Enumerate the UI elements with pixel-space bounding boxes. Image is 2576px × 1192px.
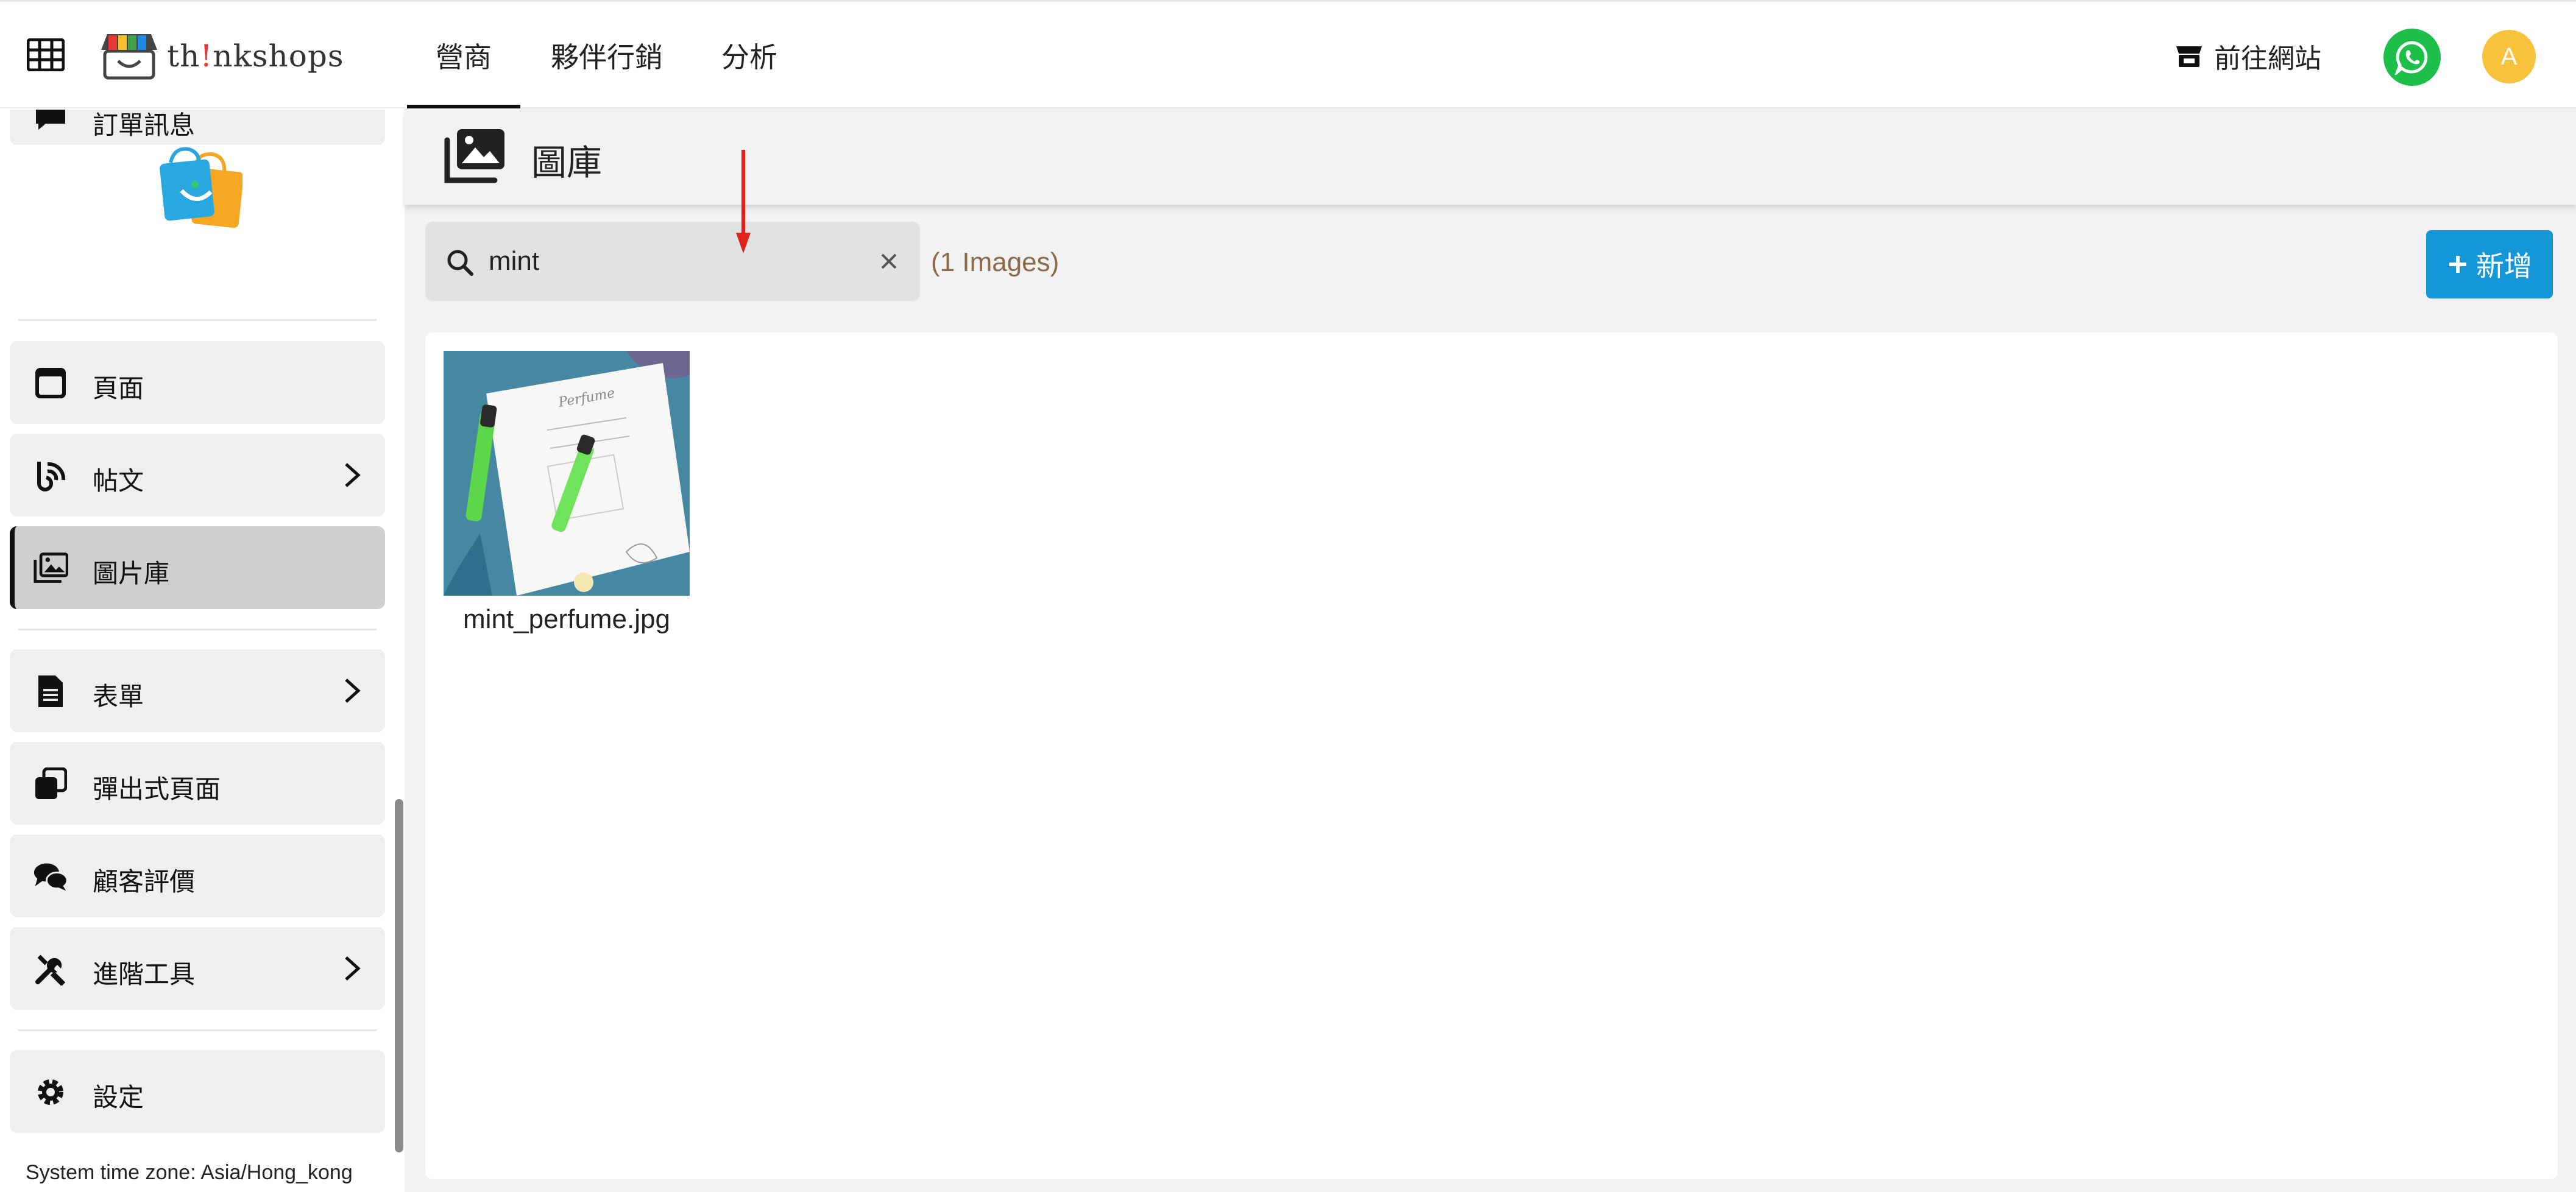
whatsapp-button[interactable] bbox=[2383, 29, 2441, 86]
sidebar-divider bbox=[18, 319, 377, 321]
system-timezone: System time zone: Asia/Hong_kong bbox=[26, 1161, 353, 1184]
tab-analytics[interactable]: 分析 bbox=[707, 2, 792, 109]
sidebar-divider bbox=[18, 1029, 377, 1031]
apps-grid-icon[interactable] bbox=[27, 38, 65, 71]
sidebar-scrollbar[interactable] bbox=[395, 799, 403, 1152]
chevron-right-icon bbox=[345, 679, 361, 703]
sidebar-item-popup-pages[interactable]: 彈出式頁面 bbox=[10, 742, 385, 825]
top-bar: th!nkshops 營商 夥伴行銷 分析 前往網站 A bbox=[0, 0, 2576, 109]
add-image-button[interactable]: 新增 bbox=[2426, 230, 2553, 298]
page-header: 圖庫 bbox=[405, 108, 2576, 205]
add-image-label: 新增 bbox=[2476, 250, 2532, 282]
sidebar-item-label: 頁面 bbox=[93, 374, 144, 403]
tools-icon bbox=[33, 951, 68, 987]
sidebar-item-image-library[interactable]: 圖片庫 bbox=[10, 526, 385, 609]
shop-logo-icon bbox=[101, 34, 157, 80]
clear-search-icon[interactable] bbox=[876, 249, 902, 274]
image-count: (1 Images) bbox=[931, 247, 1060, 277]
brand-name: th!nkshops bbox=[167, 38, 344, 74]
search-icon bbox=[447, 250, 473, 276]
tab-affiliate-marketing[interactable]: 夥伴行銷 bbox=[536, 2, 678, 109]
sidebar-divider bbox=[18, 629, 377, 630]
thinkshops-logo[interactable]: th!nkshops bbox=[97, 29, 344, 83]
perfume-photo: Perfume bbox=[444, 351, 690, 596]
image-filename[interactable]: mint_perfume.jpg bbox=[437, 604, 696, 635]
sidebar-item-posts[interactable]: 帖文 bbox=[10, 434, 385, 517]
store-icon bbox=[2176, 46, 2202, 67]
image-thumbnail[interactable]: Perfume bbox=[444, 351, 690, 596]
chevron-right-icon bbox=[345, 463, 361, 487]
sidebar-item-label: 設定 bbox=[93, 1083, 144, 1112]
sidebar-item-label: 表單 bbox=[93, 682, 144, 711]
sidebar-item-forms[interactable]: 表單 bbox=[10, 649, 385, 732]
annotation-arrow bbox=[736, 150, 751, 253]
images-icon bbox=[444, 129, 504, 183]
whatsapp-icon bbox=[2394, 41, 2428, 75]
user-avatar[interactable]: A bbox=[2482, 30, 2536, 83]
sidebar: 訂單訊息 頁面 帖文 圖片庫 表單 彈出式頁面 顧客評價 進階工具 設定 bbox=[0, 110, 405, 1192]
sidebar-item-label: 圖片庫 bbox=[93, 559, 170, 588]
sidebar-item-customer-reviews[interactable]: 顧客評價 bbox=[10, 834, 385, 917]
reviews-icon bbox=[33, 859, 68, 894]
form-icon bbox=[33, 674, 68, 709]
page-icon bbox=[33, 365, 68, 401]
sidebar-item-label: 帖文 bbox=[93, 467, 144, 495]
goto-website-button[interactable]: 前往網站 bbox=[2175, 35, 2321, 77]
search-input[interactable] bbox=[489, 239, 854, 284]
search-field[interactable] bbox=[425, 222, 920, 301]
images-icon bbox=[33, 551, 68, 586]
sidebar-item-label: 顧客評價 bbox=[93, 867, 196, 896]
sidebar-item-settings[interactable]: 設定 bbox=[10, 1050, 385, 1133]
gear-icon bbox=[33, 1074, 68, 1110]
tab-business[interactable]: 營商 bbox=[407, 2, 520, 109]
sidebar-item-label: 進階工具 bbox=[93, 960, 196, 989]
page-title: 圖庫 bbox=[531, 143, 603, 183]
popup-icon bbox=[33, 766, 68, 802]
image-gallery: Perfume mint_perfume.jpg bbox=[425, 333, 2558, 1179]
goto-website-label: 前往網站 bbox=[2214, 44, 2321, 74]
main-content: 圖庫 (1 Images) 新增 Perfume bbox=[405, 108, 2576, 1192]
blog-icon bbox=[33, 458, 68, 493]
plus-icon bbox=[2449, 256, 2466, 273]
sidebar-item-pages[interactable]: 頁面 bbox=[10, 341, 385, 424]
chevron-right-icon bbox=[345, 956, 361, 981]
sidebar-item-label: 彈出式頁面 bbox=[93, 775, 221, 803]
sidebar-item-advanced-tools[interactable]: 進階工具 bbox=[10, 927, 385, 1010]
